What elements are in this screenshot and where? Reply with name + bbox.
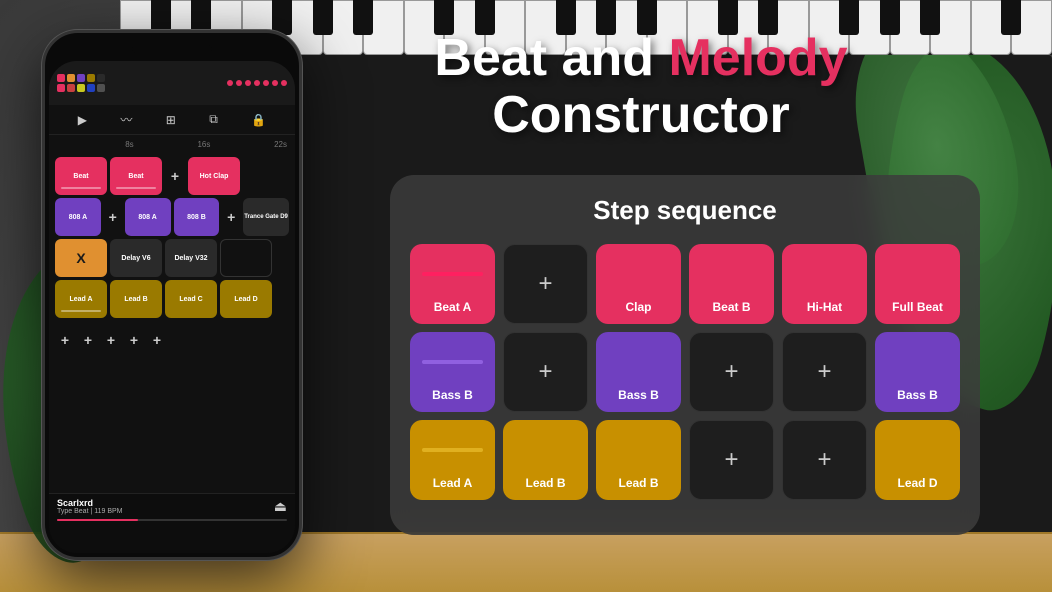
pad-808a-2[interactable]: 808 A — [125, 198, 171, 236]
step-pad-plus-1[interactable]: + — [503, 244, 588, 324]
pad-delay-v32[interactable]: Delay V32 — [165, 239, 217, 277]
bass-b-2-label: Bass B — [618, 388, 659, 402]
waves-icon[interactable]: 〰 — [120, 111, 132, 128]
pad-hot-clap[interactable]: Hot Clap — [188, 157, 240, 195]
phone-notch — [132, 45, 212, 53]
beat-marker-22s: 22s — [210, 140, 287, 149]
pad-add-5b[interactable]: + — [78, 321, 98, 359]
pad-beat-a[interactable]: Beat — [55, 157, 107, 195]
pad-lead-b[interactable]: Lead B — [110, 280, 162, 318]
step-pad-beat-a[interactable]: Beat A — [410, 244, 495, 324]
phone-device: ▶ 〰 ⊞ ⧉ 🔒 8s 16s 22s Beat Beat — [42, 30, 302, 560]
step-sequence-title: Step sequence — [410, 195, 960, 226]
title-constructor: Constructor — [380, 87, 902, 144]
step-pad-bass-b-2[interactable]: Bass B — [596, 332, 681, 412]
step-sequence-panel: Step sequence Beat A + Clap Beat B Hi-Ha… — [390, 175, 980, 535]
step-pad-lead-a[interactable]: Lead A — [410, 420, 495, 500]
beat-b-label: Beat B — [712, 300, 750, 314]
step-pad-lead-b-1[interactable]: Lead B — [503, 420, 588, 500]
pad-808a-1[interactable]: 808 A — [55, 198, 101, 236]
pad-add-1[interactable]: + — [165, 157, 185, 195]
pad-x-orange[interactable]: X — [55, 239, 107, 277]
step-pad-beat-b[interactable]: Beat B — [689, 244, 774, 324]
beat-a-line — [422, 272, 483, 276]
phone-bottom-bar: Scarlxrd Type Beat | 119 BPM ⏏ — [49, 493, 295, 553]
pad-add-2[interactable]: + — [104, 198, 122, 236]
title-line1: Beat and Melody — [380, 30, 902, 87]
lead-a-label: Lead A — [433, 476, 473, 490]
bass-b-1-label: Bass B — [432, 388, 473, 402]
step-pad-plus-3[interactable]: + — [689, 332, 774, 412]
clap-label: Clap — [625, 300, 651, 314]
plus-icon-3: + — [724, 358, 738, 386]
bass-b-line — [422, 360, 483, 364]
copy-icon[interactable]: ⧉ — [209, 112, 218, 127]
pads-section: Beat Beat + Hot Clap 808 A + 808 A 808 B… — [49, 153, 295, 366]
lead-b-2-label: Lead B — [618, 476, 658, 490]
beat-marker-16s: 16s — [134, 140, 211, 149]
step-pad-plus-6[interactable]: + — [782, 420, 867, 500]
pad-add-5e[interactable]: + — [147, 321, 167, 359]
pad-beat-b[interactable]: Beat — [110, 157, 162, 195]
step-grid: Beat A + Clap Beat B Hi-Hat Full Beat Ba… — [410, 244, 960, 500]
pad-add-5c[interactable]: + — [101, 321, 121, 359]
pads-row-1: Beat Beat + Hot Clap — [55, 157, 289, 195]
step-pad-hihat[interactable]: Hi-Hat — [782, 244, 867, 324]
step-pad-plus-2[interactable]: + — [503, 332, 588, 412]
artist-name: Scarlxrd — [57, 498, 123, 508]
plus-icon-6: + — [817, 446, 831, 474]
pad-lead-c[interactable]: Lead C — [165, 280, 217, 318]
hihat-label: Hi-Hat — [807, 300, 842, 314]
title-melody: Melody — [668, 29, 847, 87]
color-grid — [57, 74, 105, 92]
bass-b-3-label: Bass B — [897, 388, 938, 402]
track-info: Type Beat | 119 BPM — [57, 508, 123, 515]
beat-marker-8s: 8s — [57, 140, 134, 149]
phone-screen: ▶ 〰 ⊞ ⧉ 🔒 8s 16s 22s Beat Beat — [49, 61, 295, 553]
plus-icon-1: + — [538, 270, 552, 298]
pad-add-3[interactable]: + — [222, 198, 240, 236]
step-pad-plus-4[interactable]: + — [782, 332, 867, 412]
title-beat-and: Beat and — [434, 29, 668, 87]
step-pad-plus-5[interactable]: + — [689, 420, 774, 500]
progress-bar[interactable] — [57, 519, 287, 521]
step-pad-fullbeat[interactable]: Full Beat — [875, 244, 960, 324]
pads-row-2: 808 A + 808 A 808 B + Trance Gate D9 — [55, 198, 289, 236]
step-pad-bass-b-3[interactable]: Bass B — [875, 332, 960, 412]
pad-808b[interactable]: 808 B — [174, 198, 220, 236]
plus-icon-2: + — [538, 358, 552, 386]
exit-icon[interactable]: ⏏ — [274, 498, 287, 515]
play-icon[interactable]: ▶ — [78, 113, 87, 127]
pad-add-5a[interactable]: + — [55, 321, 75, 359]
pad-trance[interactable]: Trance Gate D9 — [243, 198, 289, 236]
step-pad-lead-d[interactable]: Lead D — [875, 420, 960, 500]
pad-lead-d[interactable]: Lead D — [220, 280, 272, 318]
step-pad-bass-b-1[interactable]: Bass B — [410, 332, 495, 412]
lead-d-label: Lead D — [897, 476, 937, 490]
title-area: Beat and Melody Constructor — [380, 30, 902, 144]
pads-row-3: X Delay V6 Delay V32 — [55, 239, 289, 277]
plus-icon-5: + — [724, 446, 738, 474]
beat-a-label: Beat A — [434, 300, 472, 314]
lead-a-line — [422, 448, 483, 452]
beat-markers: 8s 16s 22s — [49, 135, 295, 153]
phone-top-bar — [49, 61, 295, 105]
save-icon[interactable]: 🔒 — [251, 113, 266, 127]
pad-lead-a[interactable]: Lead A — [55, 280, 107, 318]
phone-controls-bar: ▶ 〰 ⊞ ⧉ 🔒 — [49, 105, 295, 135]
pad-add-5d[interactable]: + — [124, 321, 144, 359]
step-pad-clap[interactable]: Clap — [596, 244, 681, 324]
fullbeat-label: Full Beat — [892, 300, 943, 314]
progress-fill — [57, 519, 138, 521]
lead-b-1-label: Lead B — [525, 476, 565, 490]
pads-row-5: + + + + + — [55, 321, 289, 359]
pad-delay-v6[interactable]: Delay V6 — [110, 239, 162, 277]
top-icons — [227, 80, 287, 86]
step-pad-lead-b-2[interactable]: Lead B — [596, 420, 681, 500]
grid-icon[interactable]: ⊞ — [166, 113, 176, 127]
pad-x-dark[interactable] — [220, 239, 272, 277]
plus-icon-4: + — [817, 358, 831, 386]
pads-row-4: Lead A Lead B Lead C Lead D — [55, 280, 289, 318]
